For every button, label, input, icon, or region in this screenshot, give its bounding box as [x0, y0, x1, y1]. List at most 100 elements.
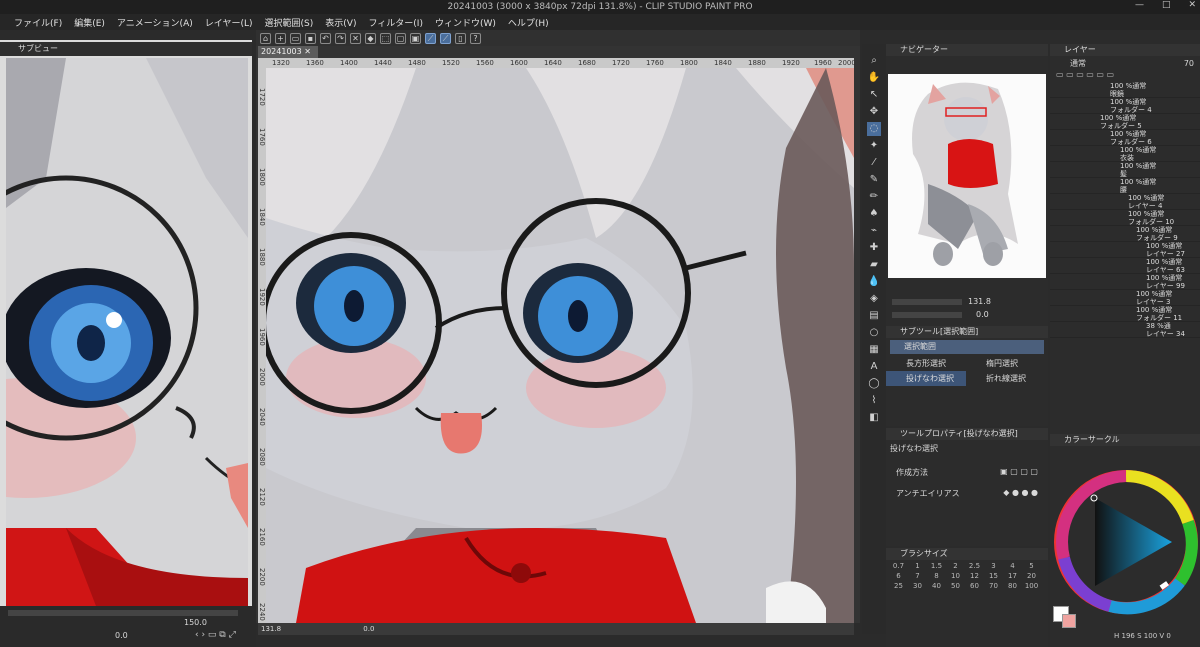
home-icon[interactable]: ⌂ [260, 32, 271, 44]
pen-tool-icon[interactable]: ✎ [867, 173, 881, 187]
menu-layer[interactable]: レイヤー(L) [205, 16, 253, 29]
fill-icon[interactable]: ◆ [365, 32, 376, 44]
eyedropper-icon[interactable]: ⁄ [867, 156, 881, 170]
gradient-icon[interactable]: ▤ [867, 309, 881, 323]
brush-size-option[interactable]: 25 [890, 582, 907, 590]
brush-size-option[interactable]: 15 [985, 572, 1002, 580]
menu-view[interactable]: 表示(V) [325, 16, 356, 29]
close-button[interactable]: ✕ [1188, 0, 1196, 14]
undo-icon[interactable]: ↶ [320, 32, 331, 44]
subview-nav-icons[interactable]: ‹ › ▭ ⧉ ⤢ [195, 630, 236, 640]
auto-select-icon[interactable]: ✦ [867, 139, 881, 153]
open-icon[interactable]: ▭ [290, 32, 301, 44]
layer-row[interactable]: 100 %通常 フォルダー 11 [1050, 306, 1200, 322]
layer-row[interactable]: 100 %通常 衣装 [1050, 146, 1200, 162]
navigator-zoom-slider[interactable] [892, 299, 962, 305]
help-icon[interactable]: ? [470, 32, 481, 44]
redo-icon[interactable]: ↷ [335, 32, 346, 44]
layer-row[interactable]: 100 %通常 レイヤー 3 [1050, 290, 1200, 306]
toolprop-row2-options[interactable]: ◆ ● ● ● [1003, 488, 1038, 499]
navigator-angle-slider[interactable] [892, 312, 962, 318]
layer-opacity[interactable]: 70 [1184, 59, 1194, 68]
subtool-rect-select[interactable]: 長方形選択 [886, 356, 966, 371]
subview-slider[interactable] [8, 610, 238, 616]
selection-tool-icon[interactable]: ◌ [867, 122, 881, 136]
layer-row[interactable]: 100 %通常 レイヤー 63 [1050, 258, 1200, 274]
fill-tool-icon[interactable]: ◈ [867, 292, 881, 306]
correct-line-icon[interactable]: ⌇ [867, 394, 881, 408]
layer-row[interactable]: 100 %通常 フォルダー 10 [1050, 210, 1200, 226]
brush-size-option[interactable]: 100 [1023, 582, 1040, 590]
canvas-artwork[interactable] [266, 68, 854, 623]
layer-row[interactable]: 100 %通常 レイヤー 99 [1050, 274, 1200, 290]
layer-row[interactable]: 100 %通常腰 [1050, 178, 1200, 194]
brush-size-option[interactable]: 12 [966, 572, 983, 580]
brush-size-option[interactable]: 10 [947, 572, 964, 580]
subtool-lasso-select[interactable]: 投げなわ選択 [886, 371, 966, 386]
menu-help[interactable]: ヘルプ(H) [508, 16, 549, 29]
menu-file[interactable]: ファイル(F) [14, 16, 62, 29]
subview-image[interactable] [6, 58, 248, 606]
text-tool-icon[interactable]: A [867, 360, 881, 374]
navigator-preview[interactable] [888, 74, 1046, 278]
subtool-ellipse-select[interactable]: 楕円選択 [966, 356, 1046, 371]
layer-row[interactable]: 100 %通常 レイヤー 4 [1050, 194, 1200, 210]
hand-tool-icon[interactable]: ✋ [867, 71, 881, 85]
brush-size-option[interactable]: 50 [947, 582, 964, 590]
clear-icon[interactable]: ✕ [350, 32, 361, 44]
invert-icon[interactable]: ▣ [410, 32, 421, 44]
airbrush-icon[interactable]: ⌁ [867, 224, 881, 238]
color-wheel[interactable] [1050, 448, 1200, 623]
new-icon[interactable]: + [275, 32, 286, 44]
canvas-tab[interactable]: 20241003 ✕ [258, 46, 318, 58]
layer-blend-mode[interactable]: 通常 [1070, 58, 1086, 69]
brush-size-option[interactable]: 1.5 [928, 562, 945, 570]
figure-icon[interactable]: ○ [867, 326, 881, 340]
brush-size-option[interactable]: 20 [1023, 572, 1040, 580]
brush-size-option[interactable]: 7 [909, 572, 926, 580]
brush-size-option[interactable]: 2 [947, 562, 964, 570]
snap-grid-icon[interactable]: ⟋ [440, 32, 451, 44]
color-swap-icon[interactable]: ◧ [867, 411, 881, 425]
brush-size-option[interactable]: 40 [928, 582, 945, 590]
brush-size-option[interactable]: 70 [985, 582, 1002, 590]
brush-size-option[interactable]: 3 [985, 562, 1002, 570]
menu-animation[interactable]: アニメーション(A) [117, 16, 193, 29]
balloon-icon[interactable]: ◯ [867, 377, 881, 391]
layer-row[interactable]: 38 %通 レイヤー 34 [1050, 322, 1200, 338]
menu-selection[interactable]: 選択範囲(S) [265, 16, 314, 29]
brush-size-option[interactable]: 17 [1004, 572, 1021, 580]
brush-size-option[interactable]: 4 [1004, 562, 1021, 570]
blend-icon[interactable]: 💧 [867, 275, 881, 289]
brush-size-option[interactable]: 2.5 [966, 562, 983, 570]
brush-size-option[interactable]: 30 [909, 582, 926, 590]
frame-icon[interactable]: ▦ [867, 343, 881, 357]
layer-row[interactable]: 100 %通常 フォルダー 4 [1050, 98, 1200, 114]
eraser-icon[interactable]: ▰ [867, 258, 881, 272]
toolprop-row1-options[interactable]: ▣ ▢ ▢ ▢ [1000, 467, 1038, 478]
brush-size-option[interactable]: 6 [890, 572, 907, 580]
brush-size-option[interactable]: 8 [928, 572, 945, 580]
menu-filter[interactable]: フィルター(I) [368, 16, 423, 29]
move-tool-icon[interactable]: ✥ [867, 105, 881, 119]
brush-tool-icon[interactable]: ♠ [867, 207, 881, 221]
pencil-tool-icon[interactable]: ✏ [867, 190, 881, 204]
device-icon[interactable]: ▯ [455, 32, 466, 44]
subtool-polyline-select[interactable]: 折れ線選択 [966, 371, 1046, 386]
layer-row[interactable]: 100 %通常髪 [1050, 162, 1200, 178]
layer-row[interactable]: 100 %通常 フォルダー 6 [1050, 130, 1200, 146]
brush-size-option[interactable]: 80 [1004, 582, 1021, 590]
layer-row[interactable]: 100 %通常 眼鏡 [1050, 82, 1200, 98]
menu-window[interactable]: ウィンドウ(W) [435, 16, 496, 29]
snap-ruler-icon[interactable]: ⟋ [425, 32, 436, 44]
layer-toolbar[interactable]: ▭ ▭ ▭ ▭ ▭ ▭ [1050, 70, 1200, 82]
background-color-swatch[interactable] [1062, 614, 1076, 628]
transform-icon[interactable]: ⬚ [380, 32, 391, 44]
deselect-icon[interactable]: ▢ [395, 32, 406, 44]
layer-row[interactable]: 100 %通常 フォルダー 9 [1050, 226, 1200, 242]
menu-edit[interactable]: 編集(E) [74, 16, 105, 29]
zoom-tool-icon[interactable]: ⌕ [867, 54, 881, 68]
save-icon[interactable]: ▪ [305, 32, 316, 44]
layer-row[interactable]: 100 %通常 レイヤー 27 [1050, 242, 1200, 258]
brush-size-option[interactable]: 0.7 [890, 562, 907, 570]
